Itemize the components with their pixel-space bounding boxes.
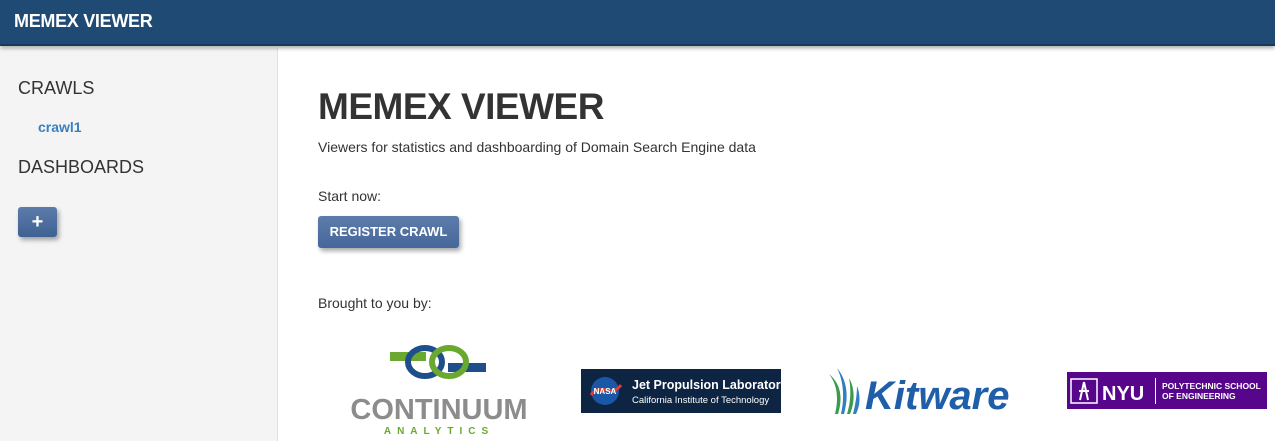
nyu-line1: POLYTECHNIC SCHOOL [1162,381,1261,391]
page-subtitle: Viewers for statistics and dashboarding … [318,139,756,155]
top-navbar: MEMEX VIEWER [0,0,1275,46]
nyu-line2: OF ENGINEERING [1162,391,1236,401]
jpl-subtitle: California Institute of Technology [632,395,769,406]
brand-title[interactable]: MEMEX VIEWER [14,11,153,32]
continuum-knot-icon: CONTINUUM ANALYTICS [350,345,528,437]
nyu-torch-icon [1079,381,1089,401]
crawls-heading: CRAWLS [18,78,95,98]
continuum-subtitle: ANALYTICS [384,426,494,437]
jpl-logo: NASA Jet Propulsion Laboratory Californi… [581,369,788,413]
add-dashboard-button[interactable]: + [18,207,57,237]
continuum-wordmark: CONTINUUM [350,394,527,426]
jpl-title: Jet Propulsion Laboratory [632,378,781,392]
kitware-wordmark: Kitware [865,374,1010,418]
continuum-analytics-logo: CONTINUUM ANALYTICS [338,345,540,437]
brought-by-label: Brought to you by: [318,295,432,311]
sidebar: CRAWLS crawl1 DASHBOARDS + [0,48,278,441]
start-now-label: Start now: [318,188,382,204]
kitware-logo: Kitware [823,364,1028,419]
nyu-poly-logo: NYU POLYTECHNIC SCHOOL OF ENGINEERING [1067,372,1267,409]
dashboards-heading: DASHBOARDS [18,157,145,177]
kitware-leaf-icon [829,368,860,414]
page-title: MEMEX VIEWER [318,86,604,127]
register-crawl-button[interactable]: REGISTER CRAWL [318,216,459,248]
nyu-wordmark: NYU [1102,383,1144,405]
sidebar-item-crawl1[interactable]: crawl1 [38,119,82,135]
nasa-badge-text: NASA [594,387,617,396]
